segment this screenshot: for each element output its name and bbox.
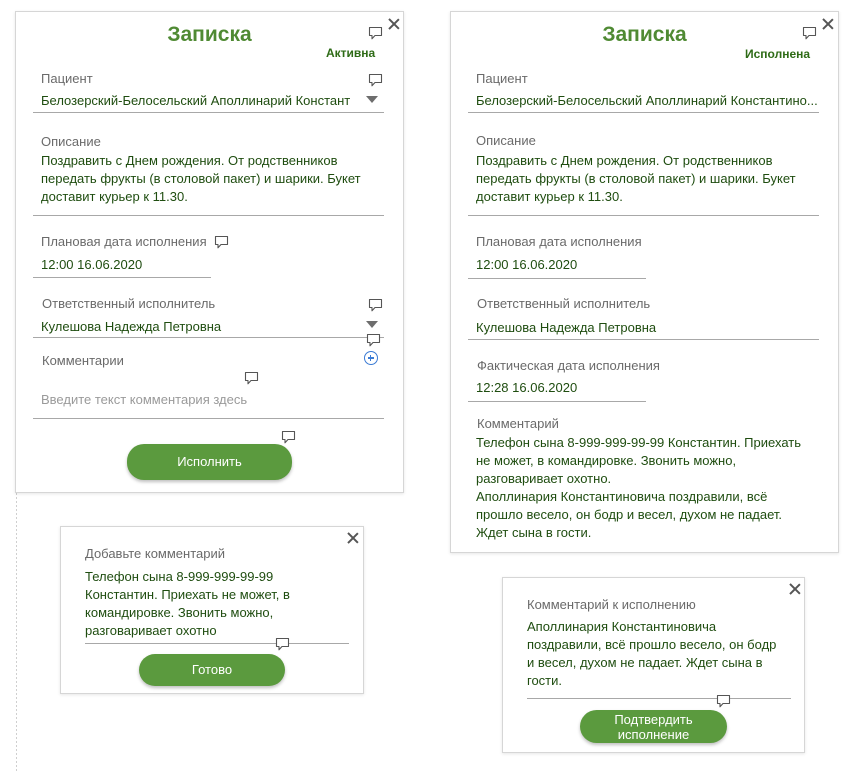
status-badge: Активна [326, 46, 376, 60]
comment-input[interactable]: Введите текст комментария здесь [41, 392, 247, 407]
add-comment-icon[interactable] [364, 351, 378, 365]
divider [33, 277, 211, 278]
divider [468, 215, 819, 216]
comments-label: Комментарии [42, 353, 124, 368]
comment-bubble-icon[interactable] [214, 235, 229, 249]
comment-line: Телефон сына 8-999-999-99-99 Константин.… [476, 435, 801, 450]
comment-line: поздравили, всё прошло весело, он бодр [527, 637, 777, 652]
divider [85, 643, 349, 644]
chevron-down-icon[interactable] [366, 321, 378, 328]
comment-line: прошло весело, он бодр и весел, духом не… [476, 507, 783, 522]
divider [33, 418, 384, 419]
comment-bubble-icon[interactable] [281, 430, 296, 444]
comment-line: Телефон сына 8-999-999-99-99 [85, 569, 274, 584]
responsible-label: Ответственный исполнитель [477, 296, 651, 311]
divider [468, 339, 819, 340]
planned-date-label: Плановая дата исполнения [41, 234, 207, 249]
comment-bubble-icon[interactable] [368, 298, 383, 312]
patient-value: Белозерский-Белосельский Аполлинарий Кон… [476, 93, 818, 108]
chevron-down-icon[interactable] [366, 96, 378, 103]
divider [527, 698, 791, 699]
done-button[interactable]: Готово [139, 654, 285, 686]
description-line: Поздравить с Днем рождения. От родственн… [476, 153, 773, 168]
comment-bubble-icon[interactable] [244, 371, 259, 385]
comment-bubble-icon[interactable] [716, 694, 731, 708]
description-line: доставит курьер к 11.30. [476, 189, 623, 204]
patient-label: Пациент [41, 71, 93, 86]
comment-line: разговаривает охотно. [476, 471, 612, 486]
description-text[interactable]: Поздравить с Днем рождения. От родственн… [41, 152, 386, 206]
card-title: Записка [602, 23, 687, 46]
actual-date-value: 12:28 16.06.2020 [476, 380, 578, 395]
close-icon[interactable] [347, 532, 359, 544]
actual-date-label: Фактическая дата исполнения [477, 358, 660, 373]
planned-date-value: 12:00 16.06.2020 [476, 257, 578, 272]
comment-bubble-icon[interactable] [275, 637, 290, 651]
description-line: передать фрукты (в столовой пакет) и шар… [476, 171, 796, 186]
add-comment-dialog: Добавьте комментарий Телефон сына 8-999-… [60, 526, 364, 694]
comment-line: Константин. Приехать не может, в [85, 587, 290, 602]
divider [33, 112, 384, 113]
divider [33, 337, 384, 338]
description-label: Описание [476, 133, 536, 148]
note-card-active: Записка Активна Пациент Белозерский-Бело… [15, 11, 404, 493]
comment-textarea[interactable]: Аполлинария Константиновича поздравили, … [527, 618, 787, 690]
description-line: доставит курьер к 11.30. [41, 189, 188, 204]
planned-date-label: Плановая дата исполнения [476, 234, 642, 249]
responsible-label: Ответственный исполнитель [42, 296, 216, 311]
responsible-value: Кулешова Надежда Петровна [476, 320, 657, 335]
divider [468, 278, 646, 279]
comment-bubble-icon[interactable] [368, 26, 383, 40]
status-badge: Исполнена [745, 47, 811, 61]
description-text: Поздравить с Днем рождения. От родственн… [476, 152, 821, 206]
comment-line: гости. [527, 673, 563, 688]
dialog-title: Комментарий к исполнению [527, 597, 696, 612]
comment-line: не может, в командировке. Звонить можно, [476, 453, 737, 468]
planned-date-input[interactable]: 12:00 16.06.2020 [41, 256, 142, 274]
description-line: передать фрукты (в столовой пакет) и шар… [41, 171, 361, 186]
comment-line: командировке. Звонить можно, [85, 605, 274, 620]
patient-select[interactable]: Белозерский-Белосельский Аполлинарий Кон… [41, 92, 350, 110]
close-icon[interactable] [789, 583, 801, 595]
comment-line: Аполлинария Константиновича поздравили, … [476, 489, 768, 504]
comment-label: Комментарий [477, 416, 559, 431]
button-line: Подтвердить [614, 712, 693, 727]
patient-label: Пациент [476, 71, 528, 86]
card-title: Записка [167, 23, 252, 46]
comment-line: Аполлинария Константиновича [527, 619, 717, 634]
dialog-title: Добавьте комментарий [85, 546, 226, 561]
note-card-done: Записка Исполнена Пациент Белозерский-Бе… [450, 11, 839, 553]
comment-line: и весел, духом не падает. Ждет сына в [527, 655, 763, 670]
confirm-execution-button[interactable]: Подтвердить исполнение [580, 710, 727, 743]
comment-bubble-icon[interactable] [802, 26, 817, 40]
dashed-guide-line [16, 493, 17, 773]
divider [468, 401, 646, 402]
divider [468, 112, 819, 113]
comment-line: Ждет сына в гости. [476, 525, 592, 540]
comment-text: Телефон сына 8-999-999-99-99 Константин.… [476, 434, 826, 542]
execution-comment-dialog: Комментарий к исполнению Аполлинария Кон… [502, 577, 805, 753]
responsible-select[interactable]: Кулешова Надежда Петровна [41, 318, 221, 336]
description-label: Описание [41, 134, 101, 149]
description-line: Поздравить с Днем рождения. От родственн… [41, 153, 338, 168]
divider [33, 215, 384, 216]
button-line: исполнение [617, 727, 690, 742]
comment-bubble-icon[interactable] [368, 73, 383, 87]
comment-bubble-icon[interactable] [366, 333, 381, 347]
comment-textarea[interactable]: Телефон сына 8-999-999-99-99 Константин.… [85, 568, 315, 640]
execute-button[interactable]: Исполнить [127, 444, 292, 480]
